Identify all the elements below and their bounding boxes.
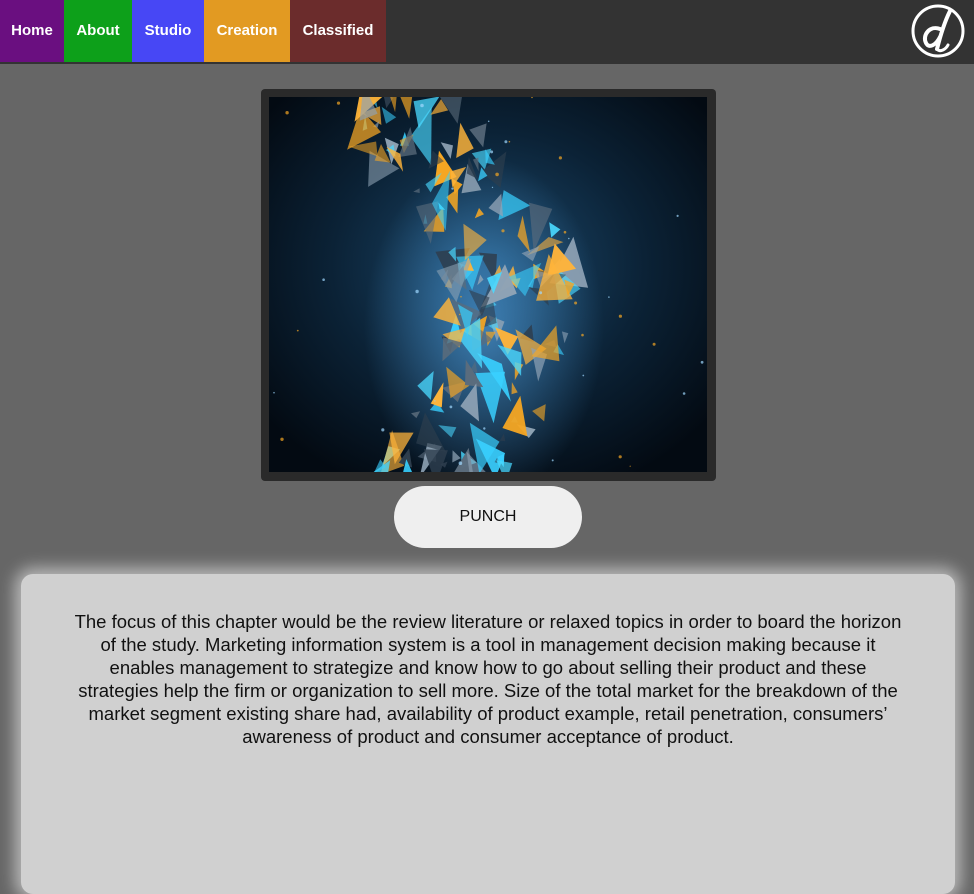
spark-dot — [508, 140, 511, 143]
spark-dot — [459, 313, 461, 316]
spark-dot — [381, 428, 385, 432]
punch-button[interactable]: PUNCH — [394, 486, 582, 548]
nav-item-home[interactable]: Home — [0, 0, 64, 62]
nav-item-about[interactable]: About — [64, 0, 132, 62]
spark-dot — [676, 214, 679, 217]
spark-dot — [504, 140, 508, 144]
spark-dot — [563, 230, 567, 234]
spark-dot — [581, 333, 584, 337]
nav-item-creation[interactable]: Creation — [204, 0, 290, 62]
spark-dot — [451, 187, 454, 190]
spark-dot — [449, 405, 453, 409]
spark-dot — [491, 186, 494, 189]
spark-dot — [574, 301, 578, 305]
spark-dot — [336, 101, 341, 105]
spark-dot — [460, 295, 462, 298]
nav-item-classified[interactable]: Classified — [290, 0, 386, 62]
spark-dot — [420, 103, 424, 108]
spark-dot — [280, 437, 284, 441]
spark-dot — [582, 374, 585, 377]
spark-dot — [652, 342, 656, 346]
content-paragraph: The focus of this chapter would be the r… — [74, 611, 902, 747]
spark-dot — [568, 237, 570, 240]
spark-dot — [322, 278, 325, 281]
spark-dot — [551, 459, 554, 462]
nav-item-studio[interactable]: Studio — [132, 0, 204, 62]
spark-dot — [539, 291, 543, 295]
content-card: The focus of this chapter would be the r… — [21, 574, 955, 894]
spark-dot — [629, 465, 631, 467]
spark-dot — [296, 329, 299, 332]
spark-dot — [495, 172, 499, 177]
spark-dot — [608, 296, 610, 298]
script-d-logo-icon[interactable] — [910, 3, 966, 59]
spark-dot — [458, 461, 463, 466]
abstract-shattered-shards-image — [269, 97, 707, 472]
spark-dot — [558, 156, 562, 160]
media-frame — [261, 89, 716, 481]
spark-dot — [618, 314, 622, 318]
spark-dot — [285, 111, 289, 115]
spark-dot — [618, 455, 622, 459]
spark-dot — [682, 392, 686, 395]
spark-dot — [434, 400, 436, 402]
spark-dot — [483, 427, 486, 430]
spark-dot — [490, 150, 494, 154]
spark-dot — [487, 120, 490, 123]
top-navbar: Home About Studio Creation Classified — [0, 0, 974, 64]
spark-dot — [415, 289, 419, 294]
spark-dot — [273, 391, 275, 394]
spark-dot — [700, 360, 704, 364]
spark-dot — [501, 229, 505, 233]
